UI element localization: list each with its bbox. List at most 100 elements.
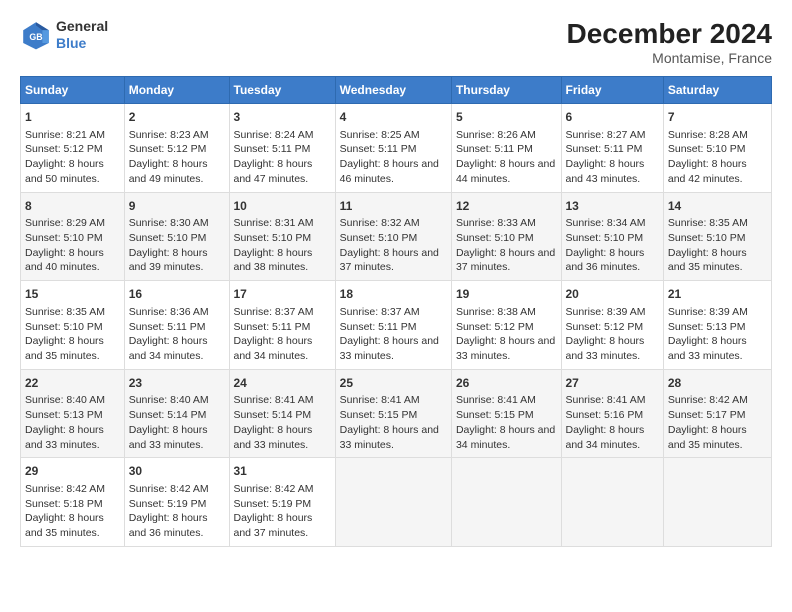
sunset-text: Sunset: 5:15 PM (340, 408, 447, 423)
sunrise-text: Sunrise: 8:30 AM (129, 216, 225, 231)
sunset-text: Sunset: 5:10 PM (668, 231, 767, 246)
col-sunday: Sunday (21, 77, 125, 104)
sunrise-text: Sunrise: 8:31 AM (234, 216, 331, 231)
sunset-text: Sunset: 5:10 PM (25, 231, 120, 246)
daylight-text: Daylight: 8 hours and 33 minutes. (340, 334, 447, 363)
sunset-text: Sunset: 5:12 PM (25, 142, 120, 157)
day-number: 6 (566, 109, 659, 126)
day-number: 13 (566, 198, 659, 215)
calendar-cell: 4Sunrise: 8:25 AMSunset: 5:11 PMDaylight… (335, 104, 451, 193)
calendar-cell: 15Sunrise: 8:35 AMSunset: 5:10 PMDayligh… (21, 281, 125, 370)
calendar-cell: 24Sunrise: 8:41 AMSunset: 5:14 PMDayligh… (229, 369, 335, 458)
col-tuesday: Tuesday (229, 77, 335, 104)
daylight-text: Daylight: 8 hours and 37 minutes. (340, 246, 447, 275)
sunset-text: Sunset: 5:19 PM (129, 497, 225, 512)
sunset-text: Sunset: 5:10 PM (234, 231, 331, 246)
calendar-cell: 30Sunrise: 8:42 AMSunset: 5:19 PMDayligh… (124, 458, 229, 547)
sunset-text: Sunset: 5:14 PM (234, 408, 331, 423)
day-number: 24 (234, 375, 331, 392)
daylight-text: Daylight: 8 hours and 47 minutes. (234, 157, 331, 186)
day-number: 2 (129, 109, 225, 126)
sunrise-text: Sunrise: 8:37 AM (234, 305, 331, 320)
sunrise-text: Sunrise: 8:35 AM (668, 216, 767, 231)
day-number: 29 (25, 463, 120, 480)
calendar-cell: 13Sunrise: 8:34 AMSunset: 5:10 PMDayligh… (561, 192, 663, 281)
sunrise-text: Sunrise: 8:29 AM (25, 216, 120, 231)
calendar-week-row: 8Sunrise: 8:29 AMSunset: 5:10 PMDaylight… (21, 192, 772, 281)
sunset-text: Sunset: 5:15 PM (456, 408, 557, 423)
sunrise-text: Sunrise: 8:36 AM (129, 305, 225, 320)
calendar-cell: 12Sunrise: 8:33 AMSunset: 5:10 PMDayligh… (451, 192, 561, 281)
sunrise-text: Sunrise: 8:41 AM (456, 393, 557, 408)
day-number: 9 (129, 198, 225, 215)
day-number: 14 (668, 198, 767, 215)
sunset-text: Sunset: 5:19 PM (234, 497, 331, 512)
sunset-text: Sunset: 5:11 PM (234, 320, 331, 335)
daylight-text: Daylight: 8 hours and 34 minutes. (234, 334, 331, 363)
day-number: 22 (25, 375, 120, 392)
sunset-text: Sunset: 5:10 PM (668, 142, 767, 157)
daylight-text: Daylight: 8 hours and 37 minutes. (456, 246, 557, 275)
daylight-text: Daylight: 8 hours and 43 minutes. (566, 157, 659, 186)
day-number: 18 (340, 286, 447, 303)
day-number: 20 (566, 286, 659, 303)
calendar-cell: 14Sunrise: 8:35 AMSunset: 5:10 PMDayligh… (663, 192, 771, 281)
header-row: GB General Blue December 2024 Montamise,… (20, 18, 772, 66)
day-number: 19 (456, 286, 557, 303)
day-number: 4 (340, 109, 447, 126)
sunrise-text: Sunrise: 8:42 AM (25, 482, 120, 497)
calendar-cell: 1Sunrise: 8:21 AMSunset: 5:12 PMDaylight… (21, 104, 125, 193)
daylight-text: Daylight: 8 hours and 33 minutes. (129, 423, 225, 452)
daylight-text: Daylight: 8 hours and 46 minutes. (340, 157, 447, 186)
daylight-text: Daylight: 8 hours and 42 minutes. (668, 157, 767, 186)
header-row-days: Sunday Monday Tuesday Wednesday Thursday… (21, 77, 772, 104)
sunset-text: Sunset: 5:11 PM (129, 320, 225, 335)
day-number: 11 (340, 198, 447, 215)
calendar-cell (451, 458, 561, 547)
calendar-subtitle: Montamise, France (567, 50, 772, 66)
calendar-week-row: 29Sunrise: 8:42 AMSunset: 5:18 PMDayligh… (21, 458, 772, 547)
sunrise-text: Sunrise: 8:37 AM (340, 305, 447, 320)
sunset-text: Sunset: 5:10 PM (129, 231, 225, 246)
sunset-text: Sunset: 5:10 PM (25, 320, 120, 335)
daylight-text: Daylight: 8 hours and 34 minutes. (456, 423, 557, 452)
day-number: 26 (456, 375, 557, 392)
daylight-text: Daylight: 8 hours and 36 minutes. (129, 511, 225, 540)
calendar-cell: 20Sunrise: 8:39 AMSunset: 5:12 PMDayligh… (561, 281, 663, 370)
calendar-cell: 3Sunrise: 8:24 AMSunset: 5:11 PMDaylight… (229, 104, 335, 193)
calendar-cell: 11Sunrise: 8:32 AMSunset: 5:10 PMDayligh… (335, 192, 451, 281)
sunset-text: Sunset: 5:13 PM (668, 320, 767, 335)
daylight-text: Daylight: 8 hours and 39 minutes. (129, 246, 225, 275)
daylight-text: Daylight: 8 hours and 33 minutes. (25, 423, 120, 452)
sunrise-text: Sunrise: 8:35 AM (25, 305, 120, 320)
calendar-cell (335, 458, 451, 547)
logo: GB General Blue (20, 18, 108, 52)
sunset-text: Sunset: 5:13 PM (25, 408, 120, 423)
daylight-text: Daylight: 8 hours and 33 minutes. (456, 334, 557, 363)
sunrise-text: Sunrise: 8:41 AM (234, 393, 331, 408)
daylight-text: Daylight: 8 hours and 34 minutes. (566, 423, 659, 452)
sunrise-text: Sunrise: 8:42 AM (668, 393, 767, 408)
sunrise-text: Sunrise: 8:26 AM (456, 128, 557, 143)
day-number: 3 (234, 109, 331, 126)
sunset-text: Sunset: 5:11 PM (456, 142, 557, 157)
calendar-cell (561, 458, 663, 547)
calendar-cell (663, 458, 771, 547)
sunrise-text: Sunrise: 8:28 AM (668, 128, 767, 143)
calendar-cell: 5Sunrise: 8:26 AMSunset: 5:11 PMDaylight… (451, 104, 561, 193)
day-number: 27 (566, 375, 659, 392)
calendar-cell: 25Sunrise: 8:41 AMSunset: 5:15 PMDayligh… (335, 369, 451, 458)
sunrise-text: Sunrise: 8:21 AM (25, 128, 120, 143)
calendar-cell: 8Sunrise: 8:29 AMSunset: 5:10 PMDaylight… (21, 192, 125, 281)
sunset-text: Sunset: 5:12 PM (129, 142, 225, 157)
daylight-text: Daylight: 8 hours and 34 minutes. (129, 334, 225, 363)
daylight-text: Daylight: 8 hours and 33 minutes. (668, 334, 767, 363)
calendar-cell: 22Sunrise: 8:40 AMSunset: 5:13 PMDayligh… (21, 369, 125, 458)
day-number: 25 (340, 375, 447, 392)
calendar-cell: 26Sunrise: 8:41 AMSunset: 5:15 PMDayligh… (451, 369, 561, 458)
daylight-text: Daylight: 8 hours and 35 minutes. (668, 423, 767, 452)
sunrise-text: Sunrise: 8:40 AM (129, 393, 225, 408)
sunset-text: Sunset: 5:10 PM (566, 231, 659, 246)
calendar-table: Sunday Monday Tuesday Wednesday Thursday… (20, 76, 772, 547)
calendar-cell: 23Sunrise: 8:40 AMSunset: 5:14 PMDayligh… (124, 369, 229, 458)
